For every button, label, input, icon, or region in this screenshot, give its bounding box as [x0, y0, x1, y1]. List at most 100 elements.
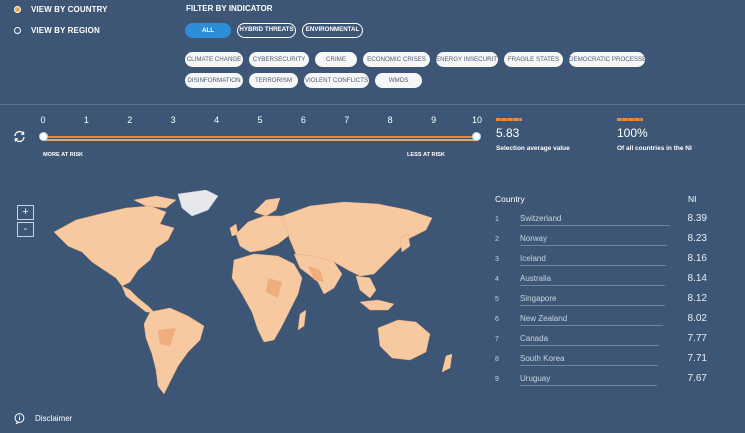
- slider-tick: 10: [471, 115, 483, 125]
- countries-percentage-value: 100%: [617, 126, 648, 140]
- ranking-row[interactable]: 9 Uruguay 7.67: [495, 370, 707, 390]
- filter-climate-change[interactable]: CLIMATE CHANGE: [185, 52, 243, 67]
- south-america: [143, 307, 205, 395]
- uk: [229, 223, 239, 237]
- filter-title: FILTER BY INDICATOR: [186, 4, 273, 13]
- rank-score: 8.14: [687, 273, 707, 284]
- filter-crime[interactable]: CRIME: [315, 52, 357, 67]
- rank-number: 7: [495, 336, 499, 343]
- rank-score: 8.12: [687, 293, 707, 304]
- rank-country: New Zealand: [520, 314, 568, 323]
- rank-bar: [520, 345, 659, 346]
- rank-bar: [520, 325, 663, 326]
- filter-wmds[interactable]: WMDS: [375, 73, 422, 88]
- view-by-region-option[interactable]: VIEW BY REGION: [14, 26, 100, 35]
- slider-tick: 3: [170, 115, 176, 125]
- radio-selected-icon[interactable]: [14, 6, 21, 13]
- filter-fragile-states[interactable]: FRAGILE STATES: [504, 52, 563, 67]
- rank-score: 7.77: [687, 333, 707, 344]
- new-zealand: [441, 353, 453, 373]
- rank-number: 9: [495, 376, 499, 383]
- ranking-score-header: NI: [688, 194, 697, 204]
- rank-country: Uruguay: [520, 374, 551, 383]
- slider-tick: 6: [300, 115, 306, 125]
- world-map[interactable]: [38, 190, 478, 400]
- ranking-country-header: Country: [495, 194, 525, 204]
- filter-violent-conflicts[interactable]: VIOLENT CONFLICTS: [304, 73, 369, 88]
- rank-bar: [520, 285, 665, 286]
- ranking-row[interactable]: 1 Switzerland 8.39: [495, 210, 707, 230]
- rank-number: 6: [495, 316, 499, 323]
- filter-hybrid-threats-button[interactable]: HYBRID THREATS: [237, 23, 296, 38]
- disclaimer-label: Disclaimer: [35, 414, 73, 423]
- filter-all-button[interactable]: ALL: [185, 23, 231, 38]
- africa: [231, 253, 303, 343]
- rank-country: Norway: [520, 234, 548, 243]
- rank-number: 8: [495, 356, 499, 363]
- rank-number: 2: [495, 236, 499, 243]
- rank-bar: [520, 225, 670, 226]
- slider-tick: 9: [431, 115, 437, 125]
- filter-cybersecurity[interactable]: CYBERSECURITY: [249, 52, 309, 67]
- slider-track[interactable]: [43, 136, 477, 138]
- radio-icon[interactable]: [14, 27, 21, 34]
- central-america: [121, 285, 155, 313]
- average-indicator-bar: [496, 118, 522, 121]
- rank-score: 7.67: [687, 373, 707, 384]
- rank-number: 4: [495, 276, 499, 283]
- rank-number: 3: [495, 256, 499, 263]
- filter-terrorism[interactable]: TERRORISM: [249, 73, 298, 88]
- slider-tick: 0: [40, 115, 46, 125]
- australia: [377, 319, 431, 361]
- info-icon: [14, 413, 25, 424]
- disclaimer-link[interactable]: Disclaimer: [14, 413, 72, 424]
- rank-bar: [520, 365, 658, 366]
- filter-economic-crises[interactable]: ECONOMIC CRISES: [363, 52, 430, 67]
- rank-number: 1: [495, 216, 499, 223]
- rank-score: 8.39: [687, 213, 707, 224]
- arctic-islands: [133, 195, 177, 209]
- filter-disinformation[interactable]: DISINFORMATION: [185, 73, 243, 88]
- reset-icon[interactable]: [12, 129, 27, 144]
- rank-country: South Korea: [520, 354, 565, 363]
- rank-score: 7.71: [687, 353, 707, 364]
- ranking-row[interactable]: 3 Iceland 8.16: [495, 250, 707, 270]
- ranking-row[interactable]: 6 New Zealand 8.02: [495, 310, 707, 330]
- slider-range-fill: [43, 139, 477, 141]
- ranking-row[interactable]: 7 Canada 7.77: [495, 330, 707, 350]
- indonesia: [359, 299, 395, 311]
- ranking-row[interactable]: 4 Australia 8.14: [495, 270, 707, 290]
- rank-country: Australia: [520, 274, 552, 283]
- slider-min-handle[interactable]: [39, 132, 48, 141]
- filter-democratic-processes[interactable]: DEMOCRATIC PROCESSES: [569, 52, 650, 67]
- less-at-risk-label: LESS AT RISK: [407, 152, 445, 158]
- filter-environmental-button[interactable]: ENVIRONMENTAL: [302, 23, 363, 38]
- more-at-risk-label: MORE AT RISK: [43, 152, 84, 158]
- view-by-country-option[interactable]: VIEW BY COUNTRY: [14, 5, 108, 14]
- north-america: [53, 205, 175, 287]
- percentage-indicator-bar: [617, 118, 643, 121]
- filter-energy-insecurity[interactable]: ENERGY INSECURITY: [436, 52, 501, 67]
- selection-average-value: 5.83: [496, 126, 520, 140]
- slider-tick: 1: [83, 115, 89, 125]
- countries-percentage-label: Of all countries in the NI: [617, 145, 692, 152]
- rank-country: Switzerland: [520, 214, 562, 223]
- rank-country: Iceland: [520, 254, 546, 263]
- slider-tick: 7: [344, 115, 350, 125]
- rank-bar: [520, 265, 666, 266]
- zoom-in-button[interactable]: +: [17, 205, 34, 220]
- rank-bar: [520, 385, 657, 386]
- rank-country: Singapore: [520, 294, 557, 303]
- selection-average-label: Selection average value: [496, 145, 570, 152]
- rank-bar: [520, 245, 667, 246]
- ranking-row[interactable]: 5 Singapore 8.12: [495, 290, 707, 310]
- rank-score: 8.23: [687, 233, 707, 244]
- ranking-row[interactable]: 8 South Korea 7.71: [495, 350, 707, 370]
- slider-max-handle[interactable]: [472, 132, 481, 141]
- zoom-out-button[interactable]: -: [17, 222, 34, 237]
- view-by-region-label: VIEW BY REGION: [31, 26, 100, 35]
- rank-number: 5: [495, 296, 499, 303]
- ranking-row[interactable]: 2 Norway 8.23: [495, 230, 707, 250]
- greenland: [177, 190, 219, 217]
- section-divider: [0, 104, 745, 105]
